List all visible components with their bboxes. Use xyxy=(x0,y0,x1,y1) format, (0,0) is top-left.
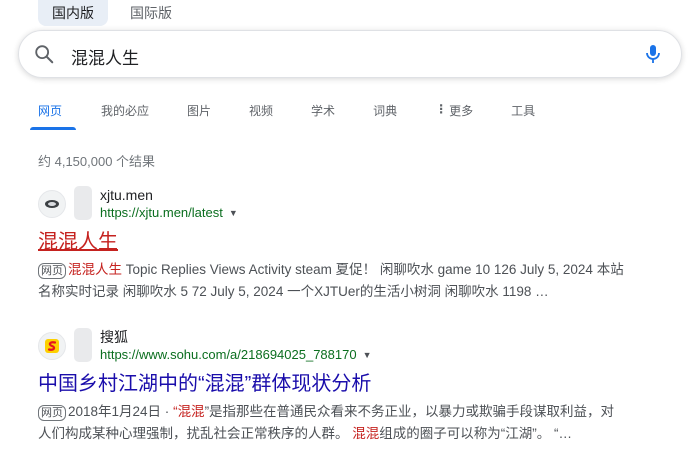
snippet-date: 2018年1月24日 · xyxy=(68,404,174,419)
snippet-text: 组成的圈子可以称为“江湖”。 “… xyxy=(379,426,573,441)
snippet-highlight: 混混人生 xyxy=(68,262,122,277)
site-favicon xyxy=(38,190,66,218)
snippet-text: 人们构成某种心理强制，扰乱社会正常秩序的人群。 xyxy=(38,426,353,441)
result-count: 约 4,150,000 个结果 xyxy=(38,154,156,169)
site-url-text: https://xjtu.men/latest xyxy=(100,205,223,220)
more-dots-icon: ⋮ xyxy=(435,102,447,116)
tab-tools[interactable]: 工具 xyxy=(503,96,543,130)
region-tab-international[interactable]: 国际版 xyxy=(116,0,186,26)
placeholder-thumb xyxy=(74,186,92,220)
site-url-text: https://www.sohu.com/a/218694025_788170 xyxy=(100,347,357,362)
sohu-favicon-icon xyxy=(45,339,59,353)
web-badge: 网页 xyxy=(38,263,66,279)
site-meta: 搜狐 https://www.sohu.com/a/218694025_7881… xyxy=(100,328,372,364)
site-name: 搜狐 xyxy=(100,329,128,345)
site-url[interactable]: https://xjtu.men/latest ▼ xyxy=(100,204,238,222)
caret-down-icon[interactable]: ▼ xyxy=(229,204,238,222)
tab-videos[interactable]: 视频 xyxy=(241,96,281,130)
search-icon[interactable] xyxy=(33,43,55,65)
tab-dictionary[interactable]: 词典 xyxy=(365,96,405,130)
result-site-row[interactable]: 搜狐 https://www.sohu.com/a/218694025_7881… xyxy=(38,328,678,364)
site-favicon xyxy=(38,332,66,360)
tab-academic[interactable]: 学术 xyxy=(303,96,343,130)
snippet-highlight: 混混 xyxy=(352,426,380,441)
result-title-link[interactable]: 混混人生 xyxy=(38,228,678,256)
search-nav-tabs: 网页 我的必应 图片 视频 学术 词典 ⋮ 更多 工具 xyxy=(30,96,543,130)
search-box[interactable]: 混混人生 xyxy=(18,30,682,78)
result-site-row[interactable]: xjtu.men https://xjtu.men/latest ▼ xyxy=(38,186,678,222)
snippet-text: ”是指那些在普通民众看来不务正业，以暴力或欺骗手段谋取利益，对 xyxy=(204,404,615,419)
microphone-icon[interactable] xyxy=(641,42,665,66)
region-tabs: 国内版 国际版 xyxy=(38,0,186,26)
site-meta: xjtu.men https://xjtu.men/latest ▼ xyxy=(100,186,238,222)
site-name: xjtu.men xyxy=(100,187,153,203)
snippet-text: Topic Replies Views Activity steam 夏促！ 闲… xyxy=(122,262,624,277)
tab-my-bing[interactable]: 我的必应 xyxy=(93,96,157,130)
xjtu-favicon-icon xyxy=(45,200,59,208)
tab-web[interactable]: 网页 xyxy=(30,96,76,130)
result-snippet: 网页 2018年1月24日 · “混混”是指那些在普通民众看来不务正业，以暴力或欺… xyxy=(38,401,678,445)
snippet-text: 名称实时记录 闲聊吹水 5 72 July 5, 2024 一个XJTUer的生… xyxy=(38,284,549,299)
snippet-highlight: 混混 xyxy=(177,404,205,419)
search-result: xjtu.men https://xjtu.men/latest ▼ 混混人生 … xyxy=(38,186,678,303)
caret-down-icon[interactable]: ▼ xyxy=(363,346,372,364)
region-tab-domestic[interactable]: 国内版 xyxy=(38,0,108,26)
search-result: 搜狐 https://www.sohu.com/a/218694025_7881… xyxy=(38,328,678,445)
result-snippet: 网页 混混人生 Topic Replies Views Activity stea… xyxy=(38,259,678,303)
result-title-link[interactable]: 中国乡村江湖中的“混混”群体现状分析 xyxy=(38,370,678,398)
tab-more[interactable]: ⋮ 更多 xyxy=(427,96,481,130)
tab-more-label: 更多 xyxy=(449,104,474,118)
tab-images[interactable]: 图片 xyxy=(179,96,219,130)
search-input[interactable]: 混混人生 xyxy=(71,44,139,69)
placeholder-thumb xyxy=(74,328,92,362)
site-url[interactable]: https://www.sohu.com/a/218694025_788170 … xyxy=(100,346,372,364)
web-badge: 网页 xyxy=(38,405,66,421)
